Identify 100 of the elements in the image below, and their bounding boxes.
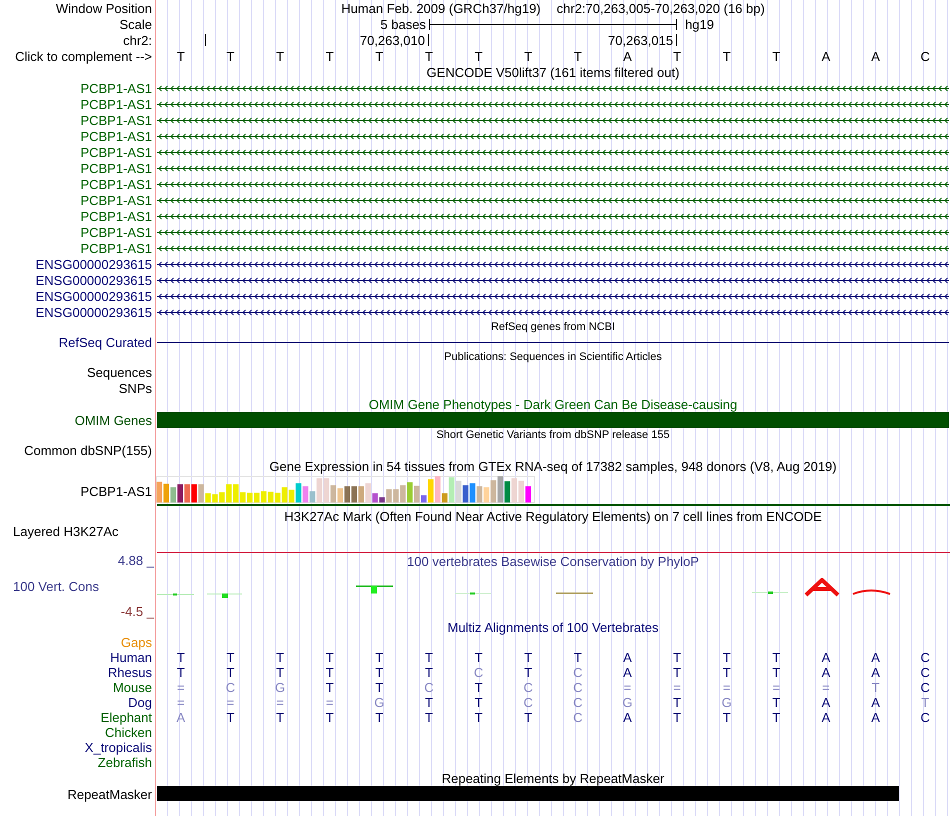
base-letter: A	[822, 48, 830, 64]
track-label[interactable]: PCBP1-AS1	[80, 80, 152, 96]
track-title: H3K27Ac Mark (Often Found Near Active Regulatory Elements) on 7 cell lines from ENCODE	[284, 508, 822, 524]
alignment-base: T	[673, 695, 682, 710]
scale-text: 5 bases	[380, 16, 427, 32]
track-label[interactable]: SNPs	[118, 380, 152, 396]
alignment-base: A	[623, 710, 632, 725]
base-letter: T	[226, 48, 234, 64]
conservation-mark	[207, 594, 242, 598]
alignment-base: T	[176, 650, 185, 665]
base-letter: T	[574, 48, 582, 64]
gene-line[interactable]	[156, 86, 950, 92]
track-label[interactable]: ENSG00000293615	[36, 272, 152, 288]
track-label[interactable]: 100 Vert. Cons	[13, 578, 99, 594]
alignment-base: A	[176, 710, 186, 725]
gene-line[interactable]	[156, 102, 950, 108]
gene-line[interactable]	[156, 278, 950, 284]
alignment-base: T	[226, 665, 234, 680]
alignment-base: C	[573, 710, 582, 725]
gene-line[interactable]	[156, 310, 950, 316]
track-label[interactable]: Zebrafish	[98, 755, 152, 770]
complement-link[interactable]: Click to complement -->	[15, 48, 152, 64]
base-letter: T	[424, 48, 433, 64]
alignment-base: T	[474, 710, 483, 725]
gene-line[interactable]	[156, 182, 950, 188]
gene-line[interactable]	[156, 134, 950, 140]
track-label[interactable]: X_tropicalis	[84, 740, 152, 755]
track-label[interactable]: Sequences	[86, 364, 152, 380]
alignment-base: A	[822, 650, 830, 665]
track-label[interactable]: Common dbSNP(155)	[24, 442, 152, 458]
row-label: Scale	[119, 16, 152, 32]
alignment-base: C	[424, 680, 434, 695]
gene-line[interactable]	[156, 262, 950, 268]
alignment-base: T	[424, 650, 433, 665]
base-letter: T	[474, 48, 483, 64]
alignment-base: =	[624, 680, 632, 695]
alignment-base: C	[573, 695, 582, 710]
track-label[interactable]: RepeatMasker	[67, 786, 152, 802]
alignment-base: A	[822, 710, 830, 725]
track-label[interactable]: Dog	[128, 695, 152, 710]
track-label[interactable]: PCBP1-AS1	[80, 96, 152, 112]
track-label[interactable]: PCBP1-AS1	[80, 112, 152, 128]
track-label[interactable]: Chicken	[105, 725, 152, 740]
assembly-name: hg19	[684, 16, 714, 32]
gene-line[interactable]	[156, 150, 950, 156]
alignment-base: T	[921, 695, 930, 710]
alignment-base: T	[673, 650, 682, 665]
gene-line[interactable]	[156, 118, 950, 124]
gene-line[interactable]	[156, 166, 950, 172]
track-label[interactable]: PCBP1-AS1	[80, 176, 152, 192]
conservation-mark	[804, 578, 840, 597]
alignment-base: C	[573, 680, 582, 695]
alignment-base: A	[871, 650, 880, 665]
gene-line[interactable]	[156, 246, 950, 252]
ruler-tick	[676, 34, 678, 46]
alignment-base: T	[772, 710, 780, 725]
gene-line[interactable]	[156, 294, 950, 300]
track-label[interactable]: Human	[110, 650, 152, 665]
track-label[interactable]: PCBP1-AS1	[80, 240, 152, 256]
base-letter: A	[623, 48, 632, 64]
alignment-base: C	[523, 695, 533, 710]
gene-line[interactable]	[156, 230, 950, 236]
track-label[interactable]: OMIM Genes	[74, 412, 152, 428]
track-label[interactable]: Rhesus	[108, 665, 152, 680]
gene-line[interactable]	[156, 198, 950, 204]
track-label[interactable]: PCBP1-AS1	[80, 192, 152, 208]
track-label[interactable]: PCBP1-AS1	[80, 160, 152, 176]
alignment-base: T	[276, 650, 284, 665]
alignment-base: C	[523, 680, 533, 695]
base-letter: T	[375, 48, 384, 64]
position-text: chr2:70,263,005-70,263,020 (16 bp)	[556, 0, 765, 16]
alignment-base: T	[424, 710, 433, 725]
alignment-base: C	[474, 665, 484, 680]
alignment-base: C	[920, 680, 930, 695]
alignment-base: T	[276, 710, 284, 725]
track-label[interactable]: PCBP1-AS1	[80, 224, 152, 240]
alignment-base: T	[722, 710, 731, 725]
base-letter: A	[871, 48, 880, 64]
track-label[interactable]: Layered H3K27Ac	[13, 524, 119, 539]
track-label[interactable]: PCBP1-AS1	[80, 208, 152, 224]
track-title: OMIM Gene Phenotypes - Dark Green Can Be Disease-causing	[368, 396, 738, 412]
track-label[interactable]: ENSG00000293615	[36, 304, 152, 320]
track-label[interactable]: RefSeq Curated	[58, 334, 152, 350]
track-label[interactable]: PCBP1-AS1	[80, 144, 152, 160]
alignment-base: =	[276, 695, 284, 710]
base-letter: T	[176, 48, 185, 64]
alignment-base: C	[920, 665, 930, 680]
track-label[interactable]: ENSG00000293615	[36, 288, 152, 304]
track-label[interactable]: PCBP1-AS1	[80, 484, 152, 498]
track-title: 100 vertebrates Basewise Conservation by PhyloP	[407, 554, 699, 568]
track-label[interactable]: PCBP1-AS1	[80, 128, 152, 144]
alignment-base: T	[226, 650, 234, 665]
track-label[interactable]: Elephant	[100, 710, 152, 725]
ruler-tick	[204, 34, 206, 46]
gene-line[interactable]	[156, 214, 950, 220]
track-label[interactable]: ENSG00000293615	[36, 256, 152, 272]
alignment-base: T	[673, 710, 682, 725]
alignment-base: T	[772, 695, 780, 710]
assembly-text: Human Feb. 2009 (GRCh37/hg19)	[341, 0, 541, 16]
track-label[interactable]: Mouse	[112, 680, 152, 695]
